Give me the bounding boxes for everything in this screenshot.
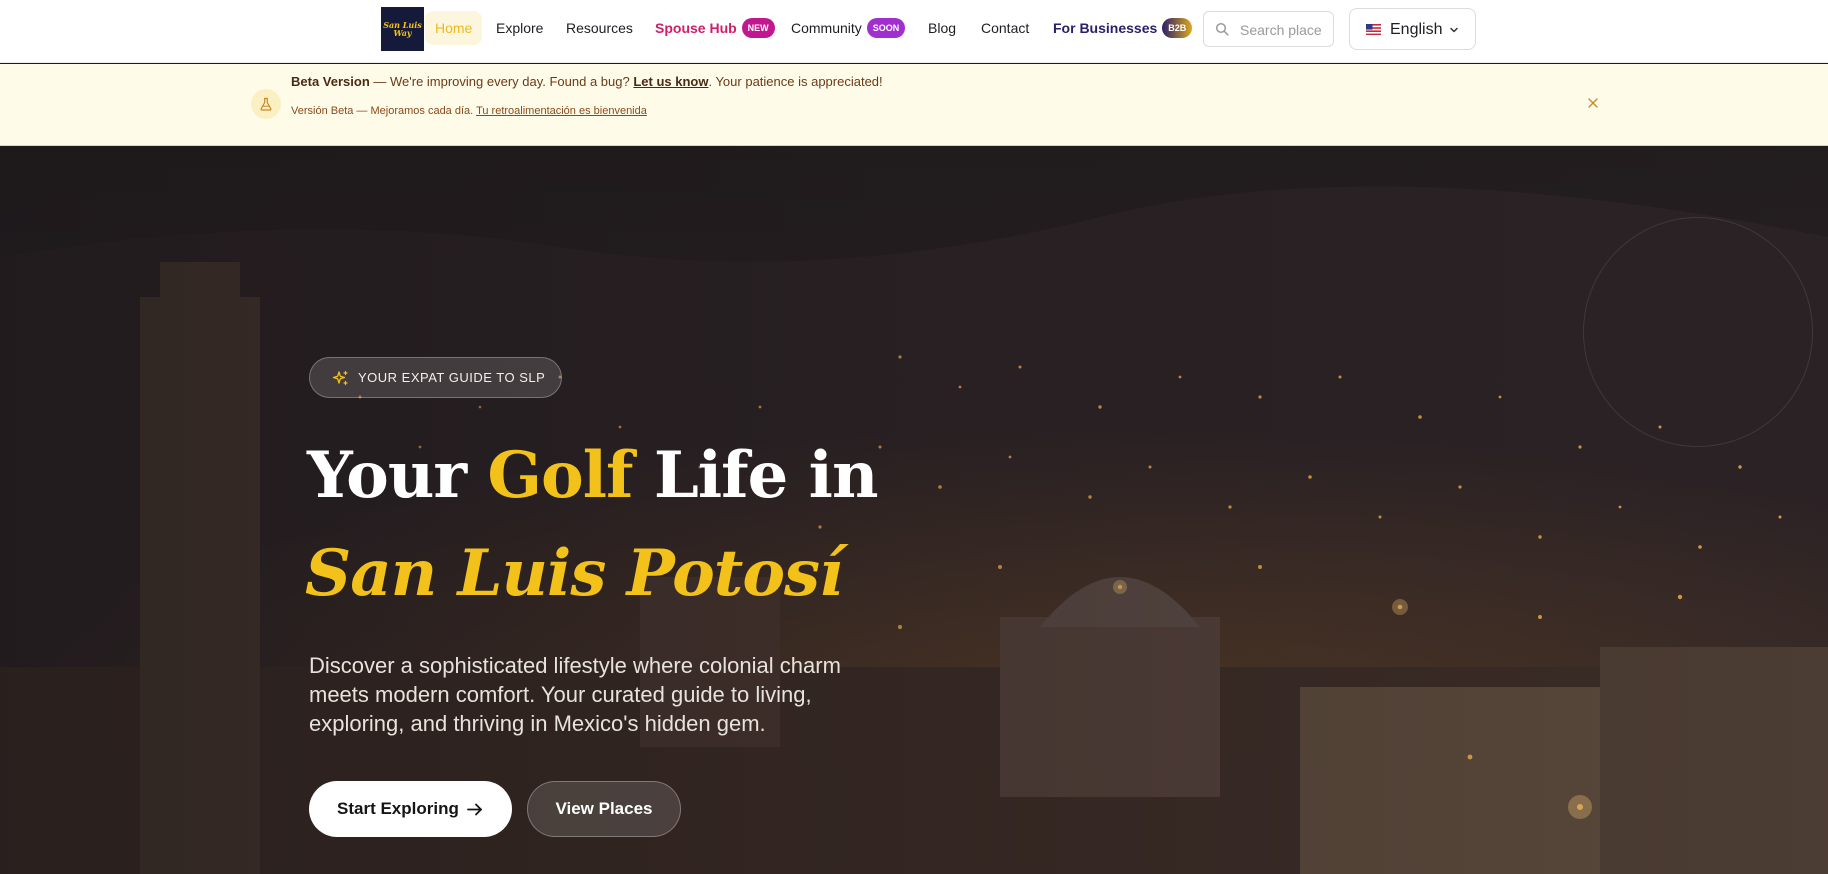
top-navigation: San Luis Way Home Explore Resources Spou… <box>0 0 1828 63</box>
nav-link-resources[interactable]: Resources <box>566 11 633 45</box>
nav-link-blog[interactable]: Blog <box>928 11 956 45</box>
nav-link-spouse-hub[interactable]: Spouse Hub NEW <box>655 11 775 45</box>
nav-link-community[interactable]: Community SOON <box>791 11 906 45</box>
beta-message-es: Versión Beta — Mejoramos cada día. <box>291 105 477 117</box>
let-us-know-link[interactable]: Let us know <box>633 74 708 89</box>
feedback-link-es[interactable]: Tu retroalimentación es bienvenida <box>476 105 647 117</box>
start-exploring-button[interactable]: Start Exploring <box>309 781 512 837</box>
search-icon <box>1215 22 1229 36</box>
hero-tag-text: YOUR EXPAT GUIDE TO SLP <box>358 370 546 385</box>
b2b-badge: B2B <box>1162 18 1193 39</box>
start-exploring-label: Start Exploring <box>337 799 459 818</box>
headline-post: Life in <box>632 438 879 513</box>
city-night-background <box>0 147 1828 874</box>
beta-message-spanish: Versión Beta — Mejoramos cada día. Tu re… <box>291 105 647 117</box>
logo-text: San Luis Way <box>383 20 422 38</box>
new-badge: NEW <box>741 18 775 39</box>
nav-link-spouse-hub-label: Spouse Hub <box>655 20 737 36</box>
headline-highlight: Golf <box>487 438 633 513</box>
search-box[interactable] <box>1203 11 1334 47</box>
hero-tag-pill: YOUR EXPAT GUIDE TO SLP <box>309 357 562 398</box>
arrow-right-icon <box>467 803 482 816</box>
beta-banner: Beta Version — We're improving every day… <box>0 64 1828 146</box>
beaker-icon <box>251 89 281 119</box>
hero-headline-city: San Luis Potosí <box>305 536 843 611</box>
us-flag-icon <box>1366 24 1381 35</box>
nav-link-community-label: Community <box>791 20 862 36</box>
beta-message-english: Beta Version — We're improving every day… <box>291 74 883 89</box>
beta-message: — We're improving every day. Found a bug… <box>369 74 634 89</box>
chevron-down-icon <box>1450 27 1458 33</box>
hero-section: YOUR EXPAT GUIDE TO SLP Your Golf Life i… <box>0 147 1828 874</box>
headline-pre: Your <box>307 438 488 513</box>
language-selector[interactable]: English <box>1349 8 1476 50</box>
close-icon[interactable] <box>1586 96 1600 110</box>
soon-badge: SOON <box>866 18 906 39</box>
hero-subtitle: Discover a sophisticated lifestyle where… <box>309 653 841 736</box>
nav-link-for-businesses-label: For Businesses <box>1053 20 1158 36</box>
nav-link-for-businesses[interactable]: For Businesses B2B <box>1053 11 1193 45</box>
nav-link-contact[interactable]: Contact <box>981 11 1029 45</box>
beta-title: Beta Version <box>291 74 370 89</box>
beta-message-suffix: . Your patience is appreciated! <box>708 74 883 89</box>
language-label: English <box>1390 21 1443 38</box>
view-places-button[interactable]: View Places <box>527 781 681 837</box>
search-input[interactable] <box>1240 20 1330 40</box>
sparkles-icon <box>332 370 348 386</box>
decorative-ring <box>1583 217 1813 447</box>
hero-headline: Your Golf Life in <box>307 437 878 515</box>
nav-link-explore[interactable]: Explore <box>496 11 543 45</box>
nav-link-home[interactable]: Home <box>425 11 483 45</box>
site-logo[interactable]: San Luis Way <box>381 7 424 51</box>
